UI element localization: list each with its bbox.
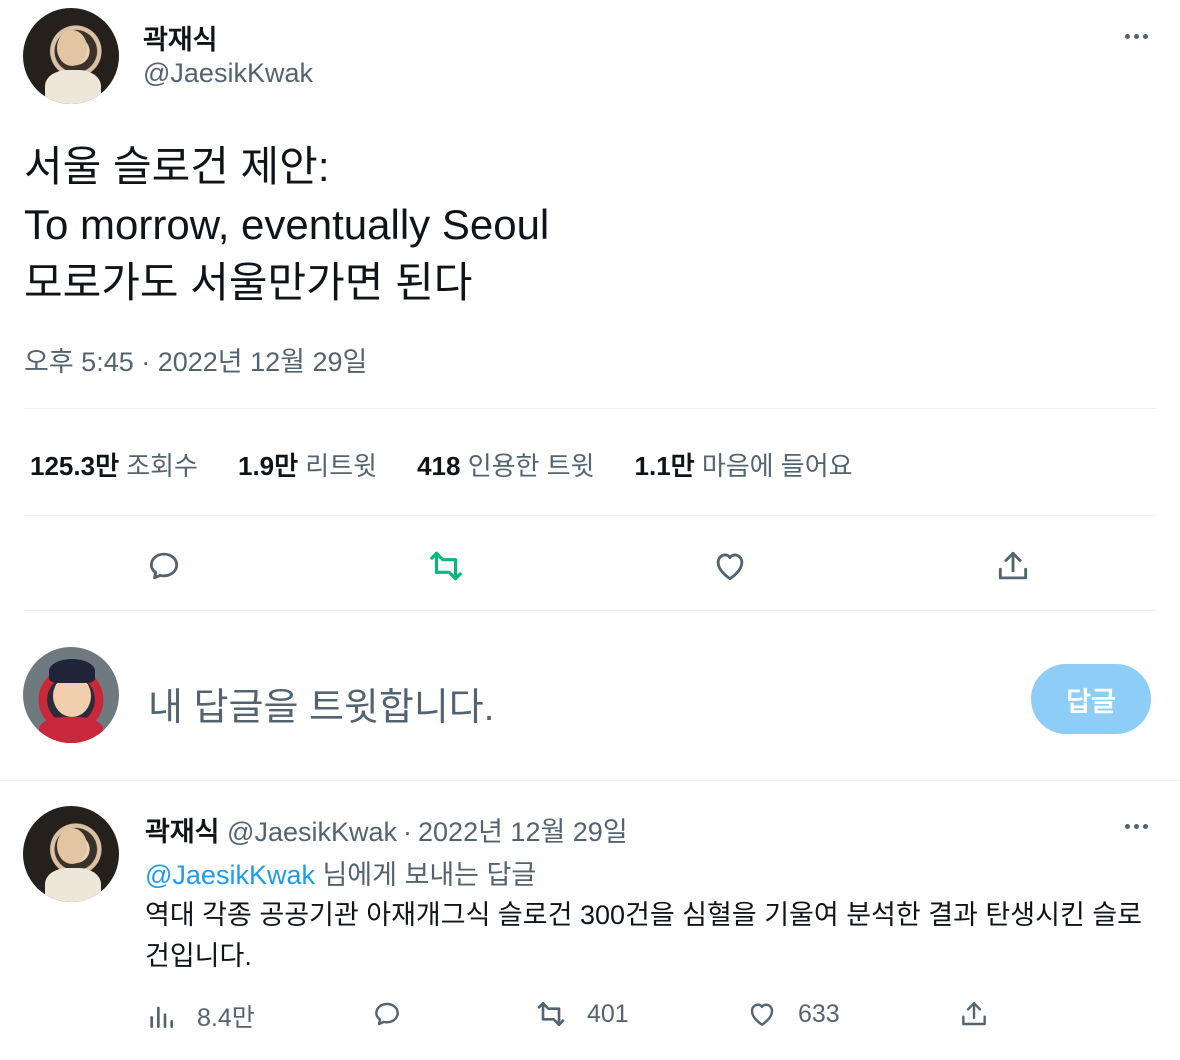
retweet-button[interactable]	[425, 546, 467, 586]
quotes-stat[interactable]: 418 인용한 트윗	[417, 446, 594, 483]
share-icon	[998, 551, 1028, 580]
retweet-icon	[537, 1002, 565, 1026]
quotes-count: 418	[417, 451, 461, 481]
author-name[interactable]: 곽재식	[143, 18, 218, 57]
more-icon[interactable]	[1118, 26, 1154, 46]
avatar-body	[45, 868, 101, 902]
tweet-line: 모로가도 서울만가면 된다	[24, 259, 473, 306]
retweets-stat[interactable]: 1.9만 리트윗	[238, 446, 377, 483]
separator-dot: ·	[403, 817, 413, 847]
reply-author-handle[interactable]: @JaesikKwak	[227, 817, 397, 847]
reply-retweet-button[interactable]: 401	[535, 998, 629, 1030]
reply-date[interactable]: 2022년 12월 29일	[418, 817, 628, 847]
reply-input[interactable]: 내 답글을 트윗합니다.	[148, 676, 494, 731]
likes-label: 마음에 들어요	[701, 451, 853, 481]
reply-author-name[interactable]: 곽재식	[145, 817, 220, 847]
current-user-avatar[interactable]	[23, 647, 119, 743]
tweet-text: 서울 슬로건 제안: To morrow, eventually Seoul 모…	[24, 138, 1124, 312]
reply-icon	[375, 1002, 399, 1026]
like-icon	[750, 1003, 774, 1026]
views-icon	[150, 1006, 173, 1028]
views-stat[interactable]: 125.3만 조회수	[30, 446, 198, 483]
reply-actions: 8.4만 401 633	[145, 998, 1045, 1042]
reply-views[interactable]: 8.4만	[145, 998, 255, 1034]
avatar-face	[57, 30, 87, 66]
tweet-line: To morrow, eventually Seoul	[24, 201, 550, 248]
tweet-line: 서울 슬로건 제안:	[24, 143, 330, 190]
share-icon	[962, 1002, 986, 1026]
share-button[interactable]	[992, 546, 1034, 586]
retweets-count: 1.9만	[237, 451, 299, 481]
retweet-count: 401	[587, 999, 629, 1028]
views-count: 8.4만	[197, 1004, 255, 1032]
avatar-face	[57, 828, 87, 864]
reply-share-button[interactable]	[958, 998, 990, 1030]
avatar-hat	[49, 659, 95, 683]
reply-to-label: 님에게 보내는 답글	[314, 860, 537, 890]
reply-header: 곽재식 @JaesikKwak · 2022년 12월 29일	[145, 810, 628, 849]
like-count: 633	[798, 999, 840, 1028]
like-icon	[716, 553, 744, 581]
tweet-stats: 125.3만 조회수 1.9만 리트윗 418 인용한 트윗 1.1만 마음에 …	[30, 446, 893, 483]
divider	[24, 610, 1156, 611]
reply-submit-button[interactable]: 답글	[1031, 664, 1151, 734]
author-avatar[interactable]	[23, 8, 119, 104]
divider	[0, 780, 1180, 781]
likes-count: 1.1만	[634, 451, 695, 481]
likes-stat[interactable]: 1.1만 마음에 들어요	[635, 446, 853, 483]
divider	[24, 408, 1156, 409]
tweet-timestamp[interactable]: 오후 5:45 · 2022년 12월 29일	[24, 340, 367, 379]
reply-author-avatar[interactable]	[23, 806, 119, 902]
author-handle[interactable]: @JaesikKwak	[143, 58, 313, 89]
reply-reply-button[interactable]	[371, 998, 403, 1030]
reply-text: 역대 각종 공공기관 아재개그식 슬로건 300건을 심혈을 기울여 분석한 결…	[145, 900, 1142, 971]
quotes-label: 인용한 트윗	[467, 451, 595, 481]
views-label: 조회수	[126, 451, 198, 481]
reply-like-button[interactable]: 633	[746, 998, 840, 1030]
retweet-icon	[430, 551, 462, 581]
more-icon[interactable]	[1118, 816, 1154, 836]
reply-icon	[149, 552, 179, 580]
retweets-label: 리트윗	[305, 451, 378, 481]
avatar-body	[45, 70, 101, 104]
mention-link[interactable]: @JaesikKwak	[145, 860, 315, 890]
like-button[interactable]	[709, 546, 751, 586]
views-count: 125.3만	[30, 451, 119, 481]
replying-to: @JaesikKwak 님에게 보내는 답글	[145, 853, 536, 892]
divider	[24, 515, 1156, 516]
tweet-actions	[24, 530, 1156, 600]
avatar-body	[39, 717, 103, 743]
reply-button[interactable]	[143, 546, 185, 586]
